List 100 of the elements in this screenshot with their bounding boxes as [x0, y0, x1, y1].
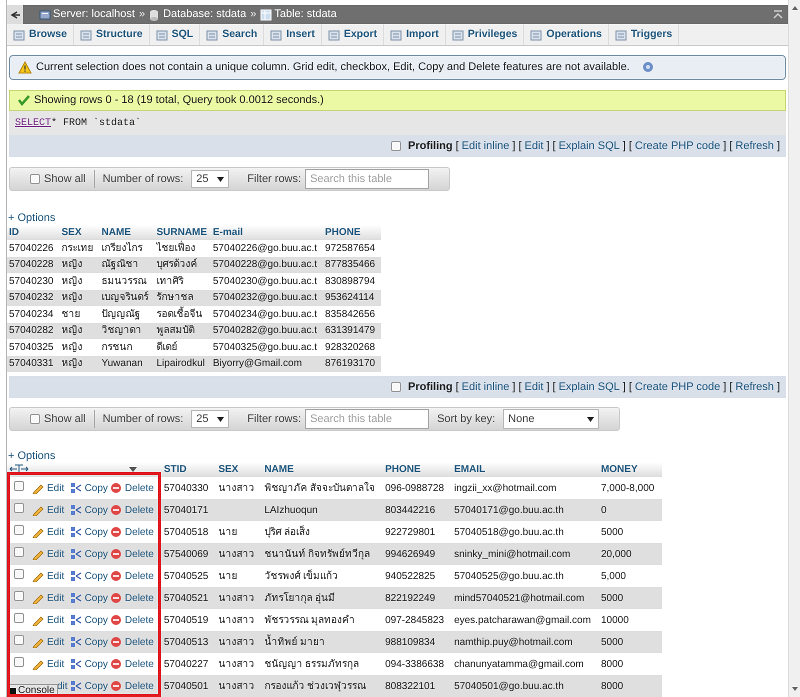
filter-label: Filter rows: [247, 412, 302, 427]
column-header[interactable]: SURNAME [154, 225, 211, 240]
checkbox[interactable] [30, 414, 40, 424]
bracket: ] [776, 138, 780, 154]
arrow-down-icon[interactable] [790, 685, 798, 693]
table-cell: 57040230@go.buu.ac.t [210, 273, 324, 290]
tab[interactable]: Privileges [446, 24, 524, 46]
link[interactable]: Edit [524, 138, 544, 154]
checkbox[interactable] [14, 502, 24, 512]
tab[interactable]: SQL [150, 24, 200, 46]
copy-link[interactable]: Copy [84, 678, 108, 694]
checkbox[interactable] [14, 656, 24, 666]
edit-link[interactable]: Edit [47, 546, 64, 562]
options-link[interactable]: + Options [8, 213, 56, 223]
delete-link[interactable]: Delete [124, 634, 154, 650]
edit-link[interactable]: Edit [47, 568, 64, 584]
edit-link[interactable]: Edit [47, 480, 64, 496]
column-header[interactable]: NAME [262, 462, 384, 477]
delete-link[interactable]: Delete [124, 546, 154, 562]
edit-link[interactable]: Edit [47, 634, 64, 650]
breadcrumb-link[interactable]: Server: localhost [53, 6, 135, 23]
profiling-label: Profiling [408, 380, 453, 395]
checkbox[interactable] [14, 524, 24, 534]
column-header[interactable]: ID [7, 225, 60, 240]
copy-link[interactable]: Copy [84, 590, 108, 606]
copy-link[interactable]: Copy [84, 480, 108, 496]
tab[interactable]: Insert [264, 24, 322, 46]
delete-link[interactable]: Delete [124, 480, 154, 496]
tab[interactable]: Structure [74, 24, 150, 46]
column-header[interactable]: MONEY [598, 462, 662, 477]
edit-link[interactable]: Edit [47, 590, 64, 606]
tab[interactable]: Import [384, 24, 446, 46]
tab[interactable]: Search [200, 24, 264, 46]
breadcrumb-link[interactable]: Database: stdata [163, 6, 246, 23]
link[interactable]: Edit inline [462, 138, 510, 154]
table-cell: 5,000 [598, 565, 662, 587]
options-link[interactable]: + Options [8, 451, 56, 461]
checkbox[interactable] [391, 382, 401, 392]
checkbox[interactable] [14, 634, 24, 644]
copy-link[interactable]: Copy [84, 612, 108, 628]
rows-select[interactable]: 25 [191, 170, 230, 188]
copy-link[interactable]: Copy [84, 656, 108, 672]
search-field[interactable]: Search this table [305, 169, 430, 189]
arrow-up-icon[interactable] [790, 4, 798, 12]
checkbox[interactable] [14, 546, 24, 556]
column-header[interactable]: SEX [216, 462, 262, 477]
link[interactable]: Refresh [735, 378, 774, 396]
column-header[interactable]: E-mail [210, 225, 324, 240]
delete-link[interactable]: Delete [124, 524, 154, 540]
edit-link[interactable]: Edit [47, 612, 64, 628]
table-cell: chanunyatamma@gmail.com [452, 653, 599, 675]
link[interactable]: Edit [524, 378, 544, 396]
scrollbar[interactable] [788, 0, 800, 697]
column-header[interactable]: SEX [60, 225, 100, 240]
delete-icon [110, 526, 122, 538]
rows-select[interactable]: 25 [191, 410, 230, 428]
tab[interactable]: Triggers [608, 24, 680, 46]
copy-link[interactable]: Copy [84, 634, 108, 650]
copy-link[interactable]: Copy [84, 502, 108, 518]
column-header[interactable]: EMAIL [452, 462, 599, 477]
copy-icon [70, 548, 82, 560]
checkbox[interactable] [391, 141, 401, 151]
edit-link[interactable]: Edit [47, 502, 64, 518]
column-header[interactable]: STID [162, 462, 216, 477]
checkbox[interactable] [14, 568, 24, 578]
tab[interactable]: Operations [524, 24, 609, 46]
table-cell: หญิง [60, 256, 100, 273]
table-cell: 57040330 [162, 477, 216, 499]
delete-link[interactable]: Delete [124, 678, 154, 694]
link[interactable]: Explain SQL [558, 138, 620, 154]
page-icon [328, 28, 340, 41]
delete-link[interactable]: Delete [124, 612, 154, 628]
checkbox[interactable] [14, 612, 24, 622]
checkbox[interactable] [14, 480, 24, 490]
table-cell: 631391479 [323, 322, 382, 339]
copy-link[interactable]: Copy [84, 524, 108, 540]
delete-link[interactable]: Delete [124, 656, 154, 672]
copy-link[interactable]: Copy [84, 546, 108, 562]
breadcrumb-link[interactable]: Table: stdata [274, 6, 337, 23]
search-field[interactable]: Search this table [305, 409, 430, 429]
link[interactable]: Refresh [735, 138, 774, 154]
edit-link[interactable]: Edit [47, 524, 64, 540]
link[interactable]: Create PHP code [634, 138, 720, 154]
edit-link[interactable]: Edit [47, 656, 64, 672]
column-header[interactable]: PHONE [383, 462, 452, 477]
sort-select[interactable]: None [503, 409, 600, 429]
link[interactable]: Edit inline [462, 378, 510, 396]
tab[interactable]: Export [322, 24, 384, 46]
table-cell: 57040226@go.buu.ac.t [210, 240, 324, 256]
column-header[interactable]: NAME [100, 225, 154, 240]
tab[interactable]: Browse [7, 24, 74, 46]
checkbox[interactable] [30, 174, 40, 184]
link[interactable]: Create PHP code [634, 378, 720, 396]
column-header[interactable]: PHONE [323, 225, 382, 240]
copy-link[interactable]: Copy [84, 568, 108, 584]
delete-link[interactable]: Delete [124, 502, 154, 518]
link[interactable]: Explain SQL [558, 378, 620, 396]
delete-link[interactable]: Delete [124, 590, 154, 606]
checkbox[interactable] [14, 590, 24, 600]
delete-link[interactable]: Delete [124, 568, 154, 584]
